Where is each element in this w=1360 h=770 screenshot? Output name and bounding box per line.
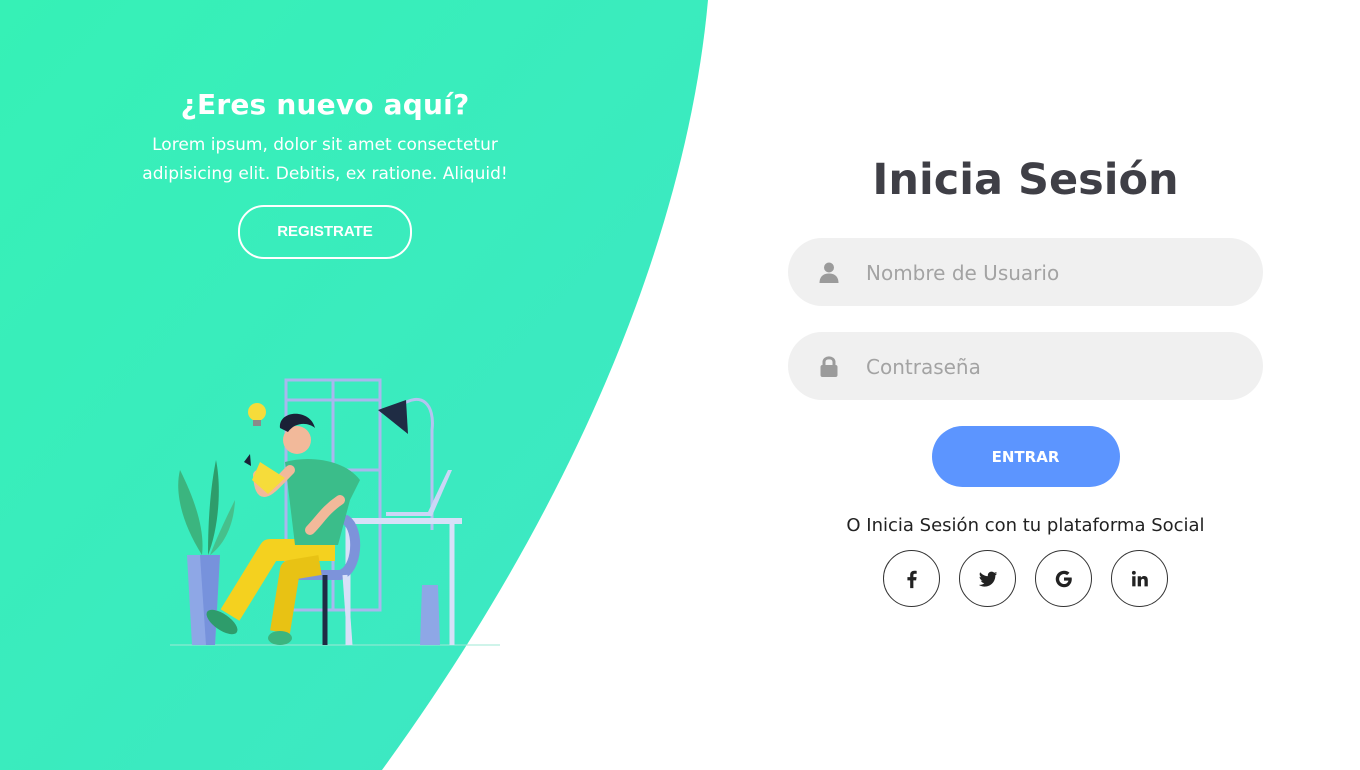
login-submit-button[interactable]: ENTRAR: [931, 426, 1120, 487]
person-at-desk-illustration: [170, 378, 500, 646]
signup-description-line2: adipisicing elit. Debitis, ex ratione. A…: [142, 164, 508, 184]
signup-promo: ¿Eres nuevo aquí? Lorem ipsum, dolor sit…: [100, 88, 550, 259]
twitter-button[interactable]: [959, 550, 1016, 607]
login-title: Inicia Sesión: [872, 155, 1179, 205]
linkedin-button[interactable]: [1111, 550, 1168, 607]
password-input[interactable]: [864, 332, 1248, 402]
signup-title: ¿Eres nuevo aquí?: [180, 88, 470, 121]
username-field[interactable]: [788, 238, 1263, 308]
signup-description: Lorem ipsum, dolor sit amet consectetur …: [100, 131, 550, 189]
linkedin-icon: [1131, 570, 1148, 586]
username-input[interactable]: [864, 238, 1248, 308]
twitter-icon: [978, 571, 997, 587]
login-page: ¿Eres nuevo aquí? Lorem ipsum, dolor sit…: [0, 0, 1360, 770]
google-button[interactable]: [1035, 550, 1092, 607]
register-button[interactable]: REGISTRATE: [238, 205, 412, 259]
facebook-button[interactable]: [883, 550, 940, 607]
signup-description-line1: Lorem ipsum, dolor sit amet consectetur: [152, 135, 498, 155]
facebook-icon: [906, 570, 917, 588]
user-icon: [819, 262, 839, 283]
lock-icon: [820, 356, 838, 377]
login-form: Inicia Sesión ENTRAR O Inicia Sesión con…: [788, 155, 1263, 607]
social-media-buttons: [788, 550, 1263, 607]
google-icon: [1055, 570, 1072, 587]
password-field[interactable]: [788, 332, 1263, 402]
social-login-text: O Inicia Sesión con tu plataforma Social: [846, 515, 1205, 536]
submit-wrapper: ENTRAR: [788, 426, 1263, 487]
